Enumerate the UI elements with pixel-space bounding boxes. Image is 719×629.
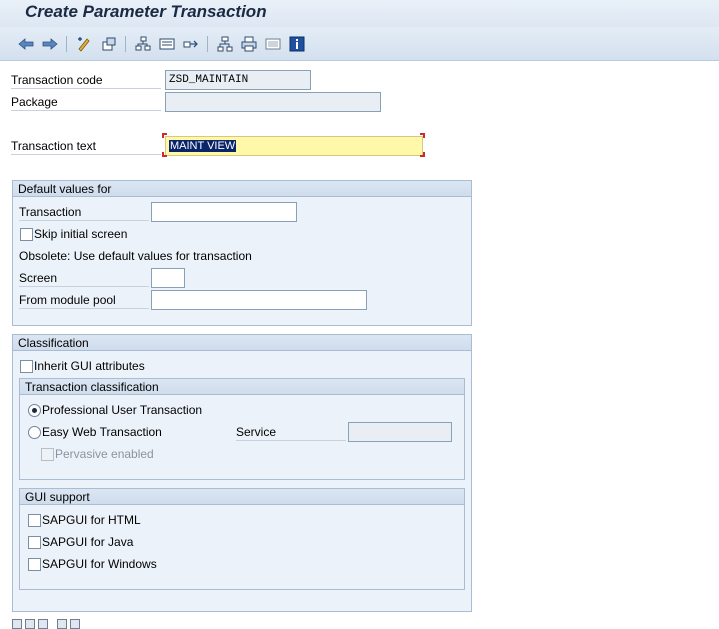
- layout-icon[interactable]: [264, 35, 282, 53]
- sapgui-html-checkbox[interactable]: [28, 514, 41, 527]
- sapgui-java-label: SAPGUI for Java: [42, 535, 134, 549]
- status-icon[interactable]: [57, 619, 67, 629]
- obsolete-note: Obsolete: Use default values for transac…: [19, 249, 252, 263]
- module-pool-field[interactable]: [151, 290, 367, 310]
- professional-label: Professional User Transaction: [42, 403, 203, 417]
- title-bar: Create Parameter Transaction: [0, 0, 719, 27]
- status-icon[interactable]: [25, 619, 35, 629]
- application-toolbar: [0, 27, 719, 61]
- easy-web-label: Easy Web Transaction: [42, 425, 162, 439]
- service-label: Service: [236, 423, 346, 441]
- screen-field[interactable]: [151, 268, 185, 288]
- hierarchy-icon[interactable]: [134, 35, 152, 53]
- package-field[interactable]: [165, 92, 381, 112]
- package-label: Package: [11, 93, 161, 111]
- main-content: Transaction code ZSD_MAINTAIN Package Tr…: [0, 61, 719, 629]
- transaction-field[interactable]: [151, 202, 297, 222]
- service-field[interactable]: [348, 422, 452, 442]
- status-icon[interactable]: [70, 619, 80, 629]
- status-icon[interactable]: [38, 619, 48, 629]
- forward-icon[interactable]: [41, 35, 59, 53]
- pervasive-label: Pervasive enabled: [55, 447, 154, 461]
- page-title: Create Parameter Transaction: [25, 2, 267, 21]
- transaction-text-field[interactable]: MAINT VIEW: [165, 136, 423, 156]
- classification-title: Classification: [13, 335, 471, 351]
- default-values-group: Default values for Transaction Skip init…: [12, 180, 472, 326]
- classification-group: Classification Inherit GUI attributes Tr…: [12, 334, 472, 612]
- transaction-text-value: MAINT VIEW: [169, 140, 237, 152]
- navigate-icon[interactable]: [182, 35, 200, 53]
- module-pool-label: From module pool: [19, 291, 149, 309]
- transaction-label: Transaction: [19, 203, 149, 221]
- transaction-text-label: Transaction text: [11, 137, 161, 155]
- inherit-gui-label: Inherit GUI attributes: [34, 359, 145, 373]
- transaction-classification-title: Transaction classification: [20, 379, 464, 395]
- back-icon[interactable]: [17, 35, 35, 53]
- inherit-gui-checkbox[interactable]: [20, 360, 33, 373]
- other-object-icon[interactable]: [100, 35, 118, 53]
- pervasive-checkbox[interactable]: [41, 448, 54, 461]
- info-icon[interactable]: [288, 35, 306, 53]
- tree-icon[interactable]: [216, 35, 234, 53]
- transaction-code-field[interactable]: ZSD_MAINTAIN: [165, 70, 311, 90]
- default-values-title: Default values for: [13, 181, 471, 197]
- gui-support-group: GUI support SAPGUI for HTML SAPGUI for J…: [19, 488, 465, 590]
- status-bar-icons: [8, 619, 128, 629]
- display-change-icon[interactable]: [75, 35, 93, 53]
- print-icon[interactable]: [240, 35, 258, 53]
- gui-support-title: GUI support: [20, 489, 464, 505]
- professional-radio[interactable]: [28, 404, 41, 417]
- easy-web-radio[interactable]: [28, 426, 41, 439]
- where-used-icon[interactable]: [158, 35, 176, 53]
- transaction-code-label: Transaction code: [11, 71, 161, 89]
- screen-label: Screen: [19, 269, 149, 287]
- sapgui-html-label: SAPGUI for HTML: [42, 513, 141, 527]
- sapgui-windows-label: SAPGUI for Windows: [42, 557, 157, 571]
- sapgui-windows-checkbox[interactable]: [28, 558, 41, 571]
- transaction-classification-group: Transaction classification Professional …: [19, 378, 465, 480]
- sapgui-java-checkbox[interactable]: [28, 536, 41, 549]
- skip-initial-screen-checkbox[interactable]: [20, 228, 33, 241]
- status-icon[interactable]: [12, 619, 22, 629]
- skip-initial-screen-label: Skip initial screen: [34, 227, 128, 241]
